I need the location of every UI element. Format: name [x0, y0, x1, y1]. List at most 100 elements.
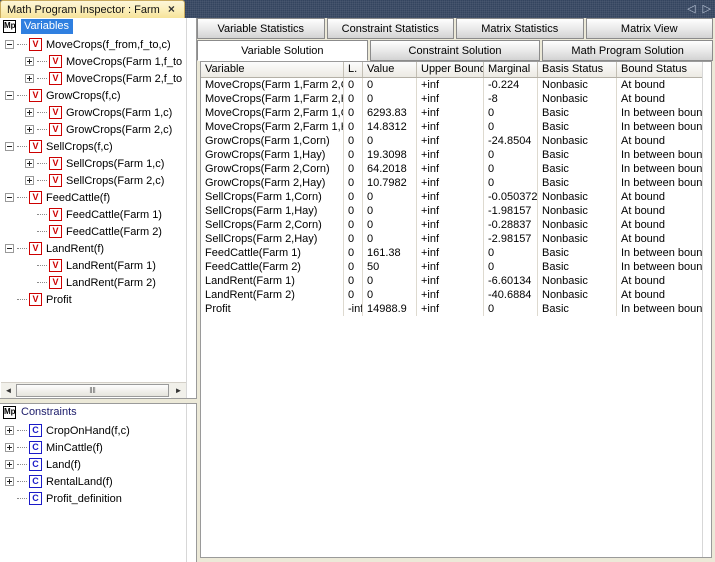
tree-item[interactable]: SellCrops(Farm 1,c) — [1, 155, 186, 172]
tree-item[interactable]: GrowCrops(f,c) — [1, 87, 186, 104]
tree-item[interactable]: MoveCrops(Farm 2,f_to — [1, 70, 186, 87]
tree-item[interactable]: GrowCrops(Farm 2,c) — [1, 121, 186, 138]
tab-matrix-view[interactable]: Matrix View — [585, 18, 713, 39]
cell-l-: 0 — [344, 274, 363, 288]
tree-item-label: LandRent(Farm 2) — [66, 276, 156, 289]
table-row[interactable]: MoveCrops(Farm 2,Farm 1,Corn)06293.83+in… — [201, 106, 711, 120]
table-row[interactable]: SellCrops(Farm 2,Corn) 0 0 +inf -0.28837 Nonb… — [201, 218, 711, 232]
tree-item-label: Land(f) — [46, 458, 81, 471]
table-row[interactable]: SellCrops(Farm 1,Corn) 0 0 +inf -0.050372 Non… — [201, 190, 711, 204]
table-row[interactable]: GrowCrops(Farm 2,Hay) 0 10.7982 +inf 0 Basic I… — [201, 176, 711, 190]
collapse-icon[interactable] — [5, 40, 14, 49]
document-tab[interactable]: Math Program Inspector : Farm × — [0, 0, 185, 18]
tree-item[interactable]: Land(f) — [1, 456, 186, 473]
expand-icon[interactable] — [5, 443, 14, 452]
tab-matrix-statistics[interactable]: Matrix Statistics — [456, 18, 584, 39]
collapse-icon[interactable] — [5, 142, 14, 151]
tree-item[interactable]: MoveCrops(Farm 1,f_to — [1, 53, 186, 70]
tree-item[interactable]: LandRent(Farm 1) — [1, 257, 186, 274]
cell-basis-status: Nonbasic — [538, 78, 617, 92]
variables-tree[interactable]: MoveCrops(f_from,f_to,c) MoveCrops(Farm 1… — [1, 36, 186, 381]
column-header-value[interactable]: Value — [363, 62, 417, 77]
table-row[interactable]: LandRent(Farm 2) 0 0 +inf -40.6884 Nonbasic At… — [201, 288, 711, 302]
table-row[interactable]: MoveCrops(Farm 1,Farm 2,Hay)00+inf-8Nonb… — [201, 92, 711, 106]
tree-item[interactable]: CropOnHand(f,c) — [1, 422, 186, 439]
table-row[interactable]: MoveCrops(Farm 1,Farm 2,Corn)00+inf-0.22… — [201, 78, 711, 92]
table-row[interactable]: GrowCrops(Farm 2,Corn) 0 64.2018 +inf 0 Basic… — [201, 162, 711, 176]
collapse-icon[interactable] — [5, 193, 14, 202]
nav-next-icon[interactable]: ▷ — [703, 2, 711, 16]
table-row[interactable]: SellCrops(Farm 1,Hay) 0 0 +inf -1.98157 Nonba… — [201, 204, 711, 218]
cell-l-: 0 — [344, 232, 363, 246]
tree-item[interactable]: FeedCattle(f) — [1, 189, 186, 206]
tree-item[interactable]: MinCattle(f) — [1, 439, 186, 456]
table-row[interactable]: GrowCrops(Farm 1,Corn) 0 0 +inf -24.8504 Nonb… — [201, 134, 711, 148]
collapse-icon[interactable] — [5, 244, 14, 253]
column-header-marginal[interactable]: Marginal — [484, 62, 538, 77]
tree-item[interactable]: LandRent(Farm 2) — [1, 274, 186, 291]
variables-horizontal-scrollbar[interactable]: ◄ ‖‖ ► — [1, 382, 186, 398]
nav-previous-icon[interactable]: ◁ — [687, 2, 695, 16]
close-icon[interactable]: × — [167, 3, 176, 15]
table-row[interactable]: LandRent(Farm 1) 0 0 +inf -6.60134 Nonbasic At… — [201, 274, 711, 288]
table-row[interactable]: FeedCattle(Farm 1) 0 161.38 +inf 0 Basic In be… — [201, 246, 711, 260]
math-program-inspector-window: Math Program Inspector : Farm × ◁ ▷ Vari… — [0, 0, 715, 562]
tree-item[interactable]: FeedCattle(Farm 2) — [1, 223, 186, 240]
table-row[interactable]: SellCrops(Farm 2,Hay) 0 0 +inf -2.98157 Nonba… — [201, 232, 711, 246]
tree-item[interactable]: SellCrops(f,c) — [1, 138, 186, 155]
cell-bound-status: At bound — [621, 79, 666, 91]
tab-variable-solution[interactable]: Variable Solution — [197, 40, 368, 61]
grid-body[interactable]: MoveCrops(Farm 1,Farm 2,Corn)00+inf-0.22… — [201, 78, 711, 557]
tab-constraint-solution[interactable]: Constraint Solution — [369, 40, 541, 61]
expand-icon[interactable] — [25, 74, 34, 83]
scroll-right-icon[interactable]: ► — [171, 382, 186, 398]
tab-variable-statistics[interactable]: Variable Statistics — [197, 18, 325, 39]
cell-upper-bound: +inf — [417, 190, 484, 204]
expand-icon[interactable] — [5, 426, 14, 435]
variables-panel-header[interactable]: Variables — [0, 18, 196, 35]
expand-icon[interactable] — [25, 159, 34, 168]
column-header-l-[interactable]: L. — [344, 62, 363, 77]
table-row[interactable]: Profit -inf 14988.9 +inf 0 Basic In between bo… — [201, 302, 711, 316]
table-row[interactable]: MoveCrops(Farm 2,Farm 1,Hay)014.8312+inf… — [201, 120, 711, 134]
scroll-left-icon[interactable]: ◄ — [1, 382, 16, 398]
constraints-vertical-scrollbar[interactable] — [186, 404, 196, 562]
tree-item[interactable]: MoveCrops(f_from,f_to,c) — [1, 36, 186, 53]
table-row[interactable]: GrowCrops(Farm 1,Hay) 0 19.3098 +inf 0 Basic I… — [201, 148, 711, 162]
collapse-icon[interactable] — [5, 91, 14, 100]
cell-upper-bound: +inf — [417, 260, 484, 274]
grid-header-row[interactable]: Variable L. Value Upper Bound Marginal Basis … — [201, 62, 711, 78]
column-header-basis-status[interactable]: Basis Status — [538, 62, 617, 77]
tree-item[interactable]: RentalLand(f) — [1, 473, 186, 490]
variable-icon — [49, 55, 62, 68]
tab-constraint-statistics[interactable]: Constraint Statistics — [326, 18, 454, 39]
variables-vertical-scrollbar[interactable] — [186, 18, 196, 398]
column-header-upper-bound[interactable]: Upper Bound — [417, 62, 484, 77]
variable-solution-grid: Variable L. Value Upper Bound Marginal Basis … — [200, 61, 712, 558]
tab-label: Variable Solution — [241, 44, 324, 57]
expand-icon[interactable] — [25, 125, 34, 134]
cell-value: 14988.9 — [363, 302, 417, 316]
tree-item[interactable]: Profit — [1, 291, 186, 308]
expand-icon[interactable] — [25, 108, 34, 117]
tab-math-program-solution[interactable]: Math Program Solution — [542, 40, 714, 61]
expand-icon[interactable] — [25, 57, 34, 66]
column-header-variable[interactable]: Variable — [201, 62, 344, 77]
tree-item[interactable]: FeedCattle(Farm 1) — [1, 206, 186, 223]
constraints-panel-header[interactable]: Constraints — [0, 404, 196, 421]
tab-label: Constraint Solution — [408, 44, 502, 57]
scrollbar-thumb[interactable]: ‖‖ — [16, 383, 169, 397]
column-header-bound-status[interactable]: Bound Status — [617, 62, 704, 77]
tree-item[interactable]: SellCrops(Farm 2,c) — [1, 172, 186, 189]
constraints-tree[interactable]: CropOnHand(f,c) MinCattle(f) Land(f) Rental… — [1, 422, 186, 562]
grid-vertical-scrollbar[interactable] — [702, 62, 711, 557]
expand-icon[interactable] — [25, 176, 34, 185]
expand-icon[interactable] — [5, 460, 14, 469]
tree-item[interactable]: GrowCrops(Farm 1,c) — [1, 104, 186, 121]
cell-basis-status: Basic — [538, 162, 617, 176]
tree-item[interactable]: Profit_definition — [1, 490, 186, 507]
table-row[interactable]: FeedCattle(Farm 2) 0 50 +inf 0 Basic In betwee… — [201, 260, 711, 274]
tree-item[interactable]: LandRent(f) — [1, 240, 186, 257]
variables-panel-title: Variables — [21, 19, 74, 34]
expand-icon[interactable] — [5, 477, 14, 486]
